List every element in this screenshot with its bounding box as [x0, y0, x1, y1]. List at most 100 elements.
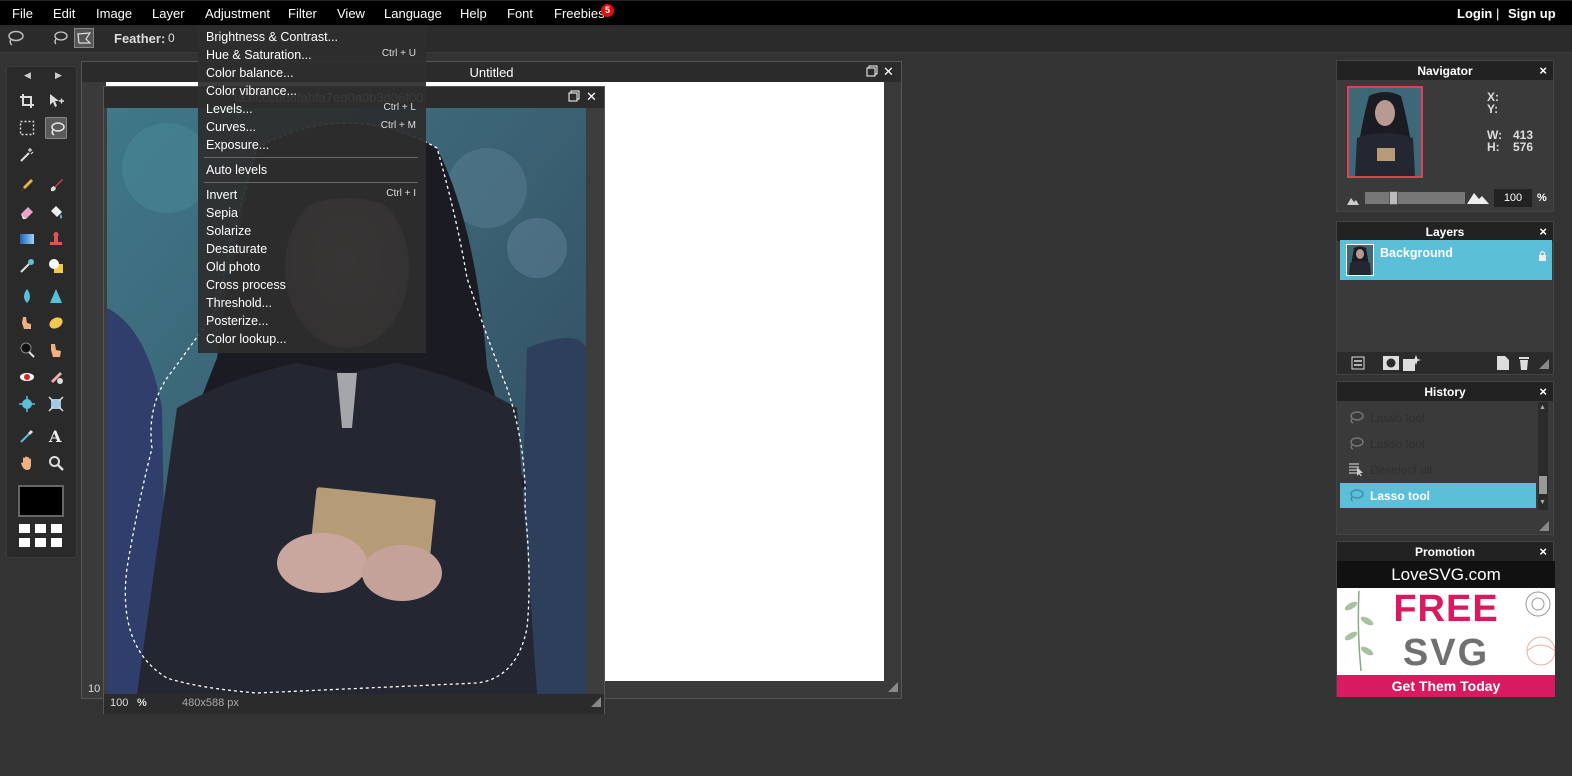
- close-icon[interactable]: ✕: [585, 90, 598, 103]
- close-icon[interactable]: ×: [1539, 224, 1547, 239]
- menu-item-posterize[interactable]: Posterize...: [206, 314, 269, 328]
- new-layer-icon[interactable]: [1497, 356, 1509, 373]
- burn-icon[interactable]: [45, 339, 67, 361]
- menu-item-levels[interactable]: Levels...: [206, 102, 253, 116]
- login-link[interactable]: Login: [1457, 6, 1492, 21]
- close-icon[interactable]: ✕: [882, 65, 895, 78]
- history-item-active[interactable]: Lasso tool: [1340, 483, 1536, 508]
- menu-item-color-vibrance[interactable]: Color vibrance...: [206, 84, 297, 98]
- menu-item-color-balance[interactable]: Color balance...: [206, 66, 294, 80]
- swatch-grid-cell[interactable]: [51, 538, 62, 547]
- close-icon[interactable]: ×: [1539, 384, 1547, 399]
- swatch-grid-cell[interactable]: [35, 524, 46, 533]
- menu-file[interactable]: File: [12, 6, 33, 21]
- zoom-out-icon[interactable]: [1347, 194, 1359, 208]
- dodge-icon[interactable]: [16, 339, 38, 361]
- layer-mask-icon[interactable]: [1383, 356, 1399, 373]
- toolbox-next-arrow-icon[interactable]: ▶: [55, 70, 62, 81]
- marquee-icon[interactable]: [16, 117, 38, 139]
- brush-icon[interactable]: [45, 174, 67, 196]
- feather-input[interactable]: 0: [168, 31, 175, 45]
- menu-item-curves[interactable]: Curves...: [206, 120, 256, 134]
- color-picker-icon[interactable]: [16, 425, 38, 447]
- zoom-in-icon[interactable]: [1467, 190, 1489, 207]
- zoom-input[interactable]: 100: [110, 697, 128, 709]
- menu-freebies[interactable]: Freebies: [554, 6, 605, 21]
- swatch-grid-cell[interactable]: [51, 524, 62, 533]
- close-icon[interactable]: ×: [1539, 63, 1547, 78]
- history-item[interactable]: Lasso tool: [1340, 431, 1536, 456]
- layer-settings-icon[interactable]: [1351, 356, 1365, 373]
- menu-item-exposure[interactable]: Exposure...: [206, 138, 269, 152]
- zoom-slider-handle[interactable]: [1389, 191, 1398, 205]
- red-eye-icon[interactable]: [16, 366, 38, 388]
- panel-header[interactable]: Navigator ×: [1337, 61, 1553, 80]
- pencil-icon[interactable]: [16, 174, 38, 196]
- menu-image[interactable]: Image: [96, 6, 132, 21]
- menu-item-invert[interactable]: Invert: [206, 188, 237, 202]
- menu-item-hue-saturation[interactable]: Hue & Saturation...: [206, 48, 312, 62]
- ad-cta-button[interactable]: Get Them Today: [1337, 675, 1555, 697]
- resize-handle-icon[interactable]: [888, 681, 898, 695]
- pinch-icon[interactable]: [45, 393, 67, 415]
- restore-icon[interactable]: [567, 90, 580, 103]
- scroll-down-icon[interactable]: ▼: [1539, 499, 1546, 506]
- trash-icon[interactable]: [1518, 355, 1530, 373]
- spot-heal-icon[interactable]: [45, 366, 67, 388]
- menu-language[interactable]: Language: [384, 6, 442, 21]
- promotion-ad[interactable]: LoveSVG.com FREE SVG Get Them Today: [1337, 561, 1555, 697]
- blur-drop-icon[interactable]: [16, 285, 38, 307]
- history-scrollbar[interactable]: ▲ ▼: [1538, 402, 1548, 510]
- menu-adjustment[interactable]: Adjustment: [205, 6, 270, 21]
- lasso-polygon-icon[interactable]: [74, 28, 94, 48]
- sharpen-icon[interactable]: [45, 285, 67, 307]
- resize-handle-icon[interactable]: [591, 696, 601, 710]
- panel-header[interactable]: History ×: [1337, 382, 1553, 401]
- layer-styles-icon[interactable]: [1403, 355, 1421, 374]
- history-item[interactable]: Deselect all: [1340, 457, 1536, 482]
- menu-item-solarize[interactable]: Solarize: [206, 224, 251, 238]
- type-icon[interactable]: A: [45, 425, 67, 447]
- swatch-grid-cell[interactable]: [19, 538, 30, 547]
- close-icon[interactable]: ×: [1539, 544, 1547, 559]
- resize-handle-icon[interactable]: [1539, 358, 1549, 372]
- paint-bucket-icon[interactable]: [45, 201, 67, 223]
- zoom-slider[interactable]: [1365, 192, 1465, 204]
- bloat-icon[interactable]: [16, 393, 38, 415]
- lasso-icon[interactable]: [6, 29, 24, 50]
- menu-help[interactable]: Help: [460, 6, 487, 21]
- menu-filter[interactable]: Filter: [288, 6, 317, 21]
- menu-item-old-photo[interactable]: Old photo: [206, 260, 260, 274]
- menu-item-desaturate[interactable]: Desaturate: [206, 242, 267, 256]
- menu-edit[interactable]: Edit: [53, 6, 75, 21]
- sponge-icon[interactable]: [45, 312, 67, 334]
- menu-item-brightness-contrast[interactable]: Brightness & Contrast...: [206, 30, 338, 44]
- toolbox-prev-arrow-icon[interactable]: ◀: [24, 70, 31, 81]
- swatch-grid-cell[interactable]: [35, 538, 46, 547]
- resize-handle-icon[interactable]: [1539, 520, 1549, 534]
- swatch-grid-cell[interactable]: [19, 524, 30, 533]
- restore-icon[interactable]: [865, 65, 878, 78]
- history-item[interactable]: Lasso tool: [1340, 405, 1536, 430]
- menu-layer[interactable]: Layer: [152, 6, 185, 21]
- crop-icon[interactable]: [16, 90, 38, 112]
- color-replace-icon[interactable]: [16, 255, 38, 277]
- scrollbar-thumb[interactable]: [1539, 476, 1547, 494]
- signup-link[interactable]: Sign up: [1508, 6, 1556, 21]
- panel-header[interactable]: Layers ×: [1337, 222, 1553, 241]
- menu-item-sepia[interactable]: Sepia: [206, 206, 238, 220]
- drawing-shapes-icon[interactable]: [45, 255, 67, 277]
- menu-item-cross-process[interactable]: Cross process: [206, 278, 286, 292]
- hand-icon[interactable]: [16, 452, 38, 474]
- gradient-icon[interactable]: [16, 228, 38, 250]
- eraser-icon[interactable]: [16, 201, 38, 223]
- move-icon[interactable]: [45, 90, 67, 112]
- scroll-up-icon[interactable]: ▲: [1539, 404, 1546, 411]
- lasso-freehand-icon[interactable]: [51, 30, 69, 49]
- smudge-icon[interactable]: [16, 312, 38, 334]
- navigator-zoom-input[interactable]: 100: [1494, 189, 1532, 207]
- foreground-color-swatch[interactable]: [18, 485, 64, 517]
- menu-item-threshold[interactable]: Threshold...: [206, 296, 272, 310]
- menu-item-auto-levels[interactable]: Auto levels: [206, 163, 267, 177]
- navigator-thumbnail[interactable]: [1347, 86, 1423, 178]
